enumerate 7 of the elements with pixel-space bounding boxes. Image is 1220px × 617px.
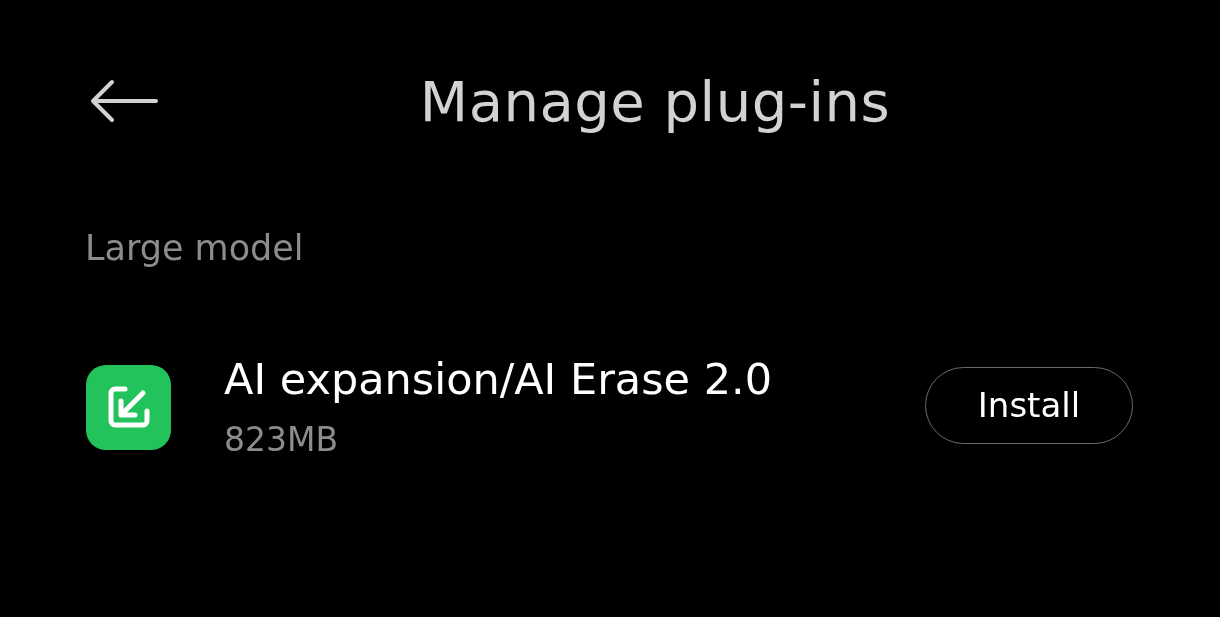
back-icon[interactable] <box>90 79 158 123</box>
section-label: Large model <box>85 228 304 268</box>
plugin-app-icon <box>86 364 171 450</box>
plugin-size: 823MB <box>224 420 340 460</box>
plugin-name: AI expansion/AI Erase 2.0 <box>224 354 774 404</box>
page-title: Manage plug-ins <box>419 68 891 134</box>
install-button[interactable]: Install <box>925 366 1133 444</box>
